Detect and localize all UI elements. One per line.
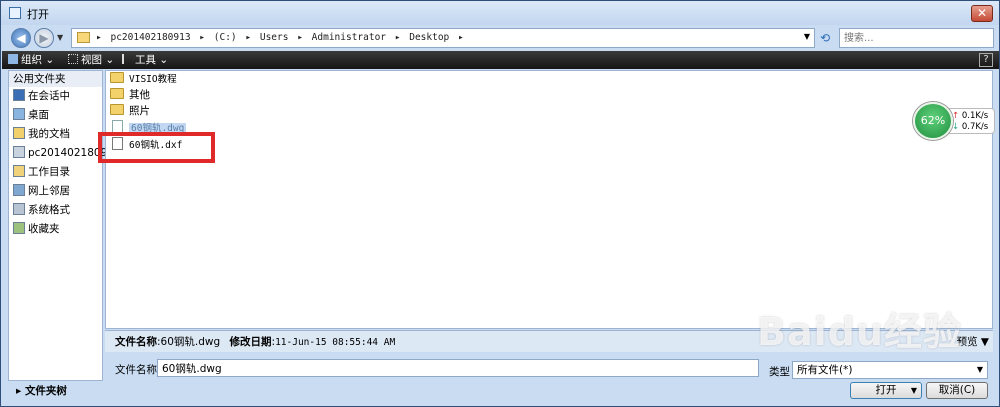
sidebar-item-system-format[interactable]: 系统格式 xyxy=(13,201,70,219)
file-type-label: 类型 xyxy=(769,366,790,378)
system-format-icon xyxy=(13,203,25,215)
breadcrumb-desktop[interactable]: Desktop xyxy=(409,32,449,43)
breadcrumb-administrator[interactable]: Administrator xyxy=(312,32,386,43)
sidebar-item-work-directory[interactable]: 工作目录 xyxy=(13,163,70,181)
breadcrumb-separator: ▸ xyxy=(394,32,401,43)
upload-arrow-icon: ↑ xyxy=(952,111,960,121)
breadcrumb-users[interactable]: Users xyxy=(260,32,289,43)
folder-icon xyxy=(110,88,124,99)
folder-icon xyxy=(110,104,124,115)
favorites-icon xyxy=(13,222,25,234)
file-type-value: 所有文件(*) xyxy=(797,364,853,376)
open-dropdown-icon[interactable]: ▼ xyxy=(911,383,917,398)
tools-menu[interactable]: 工具 ⌄ xyxy=(122,53,168,67)
sidebar-item-network[interactable]: 网上邻居 xyxy=(13,182,70,200)
baidu-watermark: Baidu经验 xyxy=(757,310,962,354)
cancel-button[interactable]: 取消(C) xyxy=(926,382,988,399)
views-menu[interactable]: 视图 ⌄ xyxy=(68,53,114,67)
monitor-icon xyxy=(13,89,25,101)
info-date-value: 11-Jun-15 08:55:44 AM xyxy=(275,337,396,348)
address-dropdown-icon[interactable]: ▼ xyxy=(804,32,810,41)
list-item[interactable]: 其他 xyxy=(110,87,150,103)
info-name-label: 文件名称 xyxy=(115,336,157,348)
sidebar-item-in-session[interactable]: 在会话中 xyxy=(13,87,70,105)
tools-label: 工具 xyxy=(135,54,156,66)
dialog-icon xyxy=(9,7,21,19)
search-field[interactable] xyxy=(839,28,994,48)
info-name-value: 60钢轨.dwg xyxy=(160,336,221,348)
refresh-icon[interactable]: ⟲ xyxy=(816,28,834,48)
network-monitor-widget[interactable]: ↑ 0.1K/s ↓ 0.7K/s 62% xyxy=(913,102,997,140)
toolbar: 组织 ⌄ 视图 ⌄ 工具 ⌄ ? xyxy=(2,51,999,69)
documents-icon xyxy=(13,127,25,139)
filename-input[interactable] xyxy=(158,360,758,376)
file-type-select[interactable]: 所有文件(*) ▼ xyxy=(792,361,988,379)
breadcrumb-separator: ▸ xyxy=(245,32,252,43)
breadcrumb: ▸ pc201402180913 ▸ (C:) ▸ Users ▸ Admini… xyxy=(96,32,467,43)
back-button[interactable]: ◀ xyxy=(11,28,31,48)
views-label: 视图 xyxy=(81,54,102,66)
address-field[interactable]: ▸ pc201402180913 ▸ (C:) ▸ Users ▸ Admini… xyxy=(71,28,815,48)
tools-icon xyxy=(122,54,132,64)
sidebar-item-my-documents[interactable]: 我的文档 xyxy=(13,125,70,143)
memory-usage-ball[interactable]: 62% xyxy=(913,102,953,140)
address-bar: ◀ ▶ ▼ ▸ pc201402180913 ▸ (C:) ▸ Users ▸ … xyxy=(1,25,999,49)
filename-field[interactable] xyxy=(157,359,759,377)
download-arrow-icon: ↓ xyxy=(952,122,960,132)
expand-arrow-icon: ▸ xyxy=(16,385,22,397)
desktop-icon xyxy=(13,108,25,120)
network-icon xyxy=(13,184,25,196)
title-bar: 打开 ✕ xyxy=(1,1,999,25)
sidebar-item-favorites[interactable]: 收藏夹 xyxy=(13,220,60,238)
open-dialog: 打开 ✕ ◀ ▶ ▼ ▸ pc201402180913 ▸ (C:) ▸ Use… xyxy=(0,0,1000,407)
breadcrumb-drive[interactable]: (C:) xyxy=(214,32,237,43)
help-icon[interactable]: ? xyxy=(979,53,993,67)
close-button[interactable]: ✕ xyxy=(971,5,993,22)
file-list: VISIO教程 其他 照片 60钢轨.dwg 60钢轨.dxf xyxy=(105,70,993,329)
dialog-footer: 文件名称: 类型 所有文件(*) ▼ 打开 ▼ 取消(C) xyxy=(105,353,995,405)
folder-tree-toggle[interactable]: ▸ 文件夹树 xyxy=(8,382,103,400)
breadcrumb-separator: ▸ xyxy=(297,32,303,43)
breadcrumb-computer[interactable]: pc201402180913 xyxy=(110,32,190,43)
organize-menu[interactable]: 组织 ⌄ xyxy=(8,53,54,67)
sidebar-item-desktop[interactable]: 桌面 xyxy=(13,106,49,124)
organize-label: 组织 xyxy=(21,54,42,66)
computer-icon xyxy=(13,146,25,158)
sidebar-header[interactable]: 公用文件夹 xyxy=(9,71,102,87)
list-item[interactable]: 照片 xyxy=(110,103,150,119)
work-folder-icon xyxy=(13,165,25,177)
organize-icon xyxy=(8,54,18,64)
breadcrumb-separator: ▸ xyxy=(458,32,464,43)
highlight-annotation xyxy=(98,132,215,163)
dialog-title: 打开 xyxy=(27,8,49,21)
breadcrumb-separator: ▸ xyxy=(199,32,206,43)
history-dropdown-icon[interactable]: ▼ xyxy=(57,33,63,42)
info-date-label: 修改日期 xyxy=(229,336,272,348)
folder-icon xyxy=(110,72,124,83)
breadcrumb-separator: ▸ xyxy=(96,32,102,43)
search-input[interactable] xyxy=(840,29,993,47)
places-sidebar: 公用文件夹 在会话中 桌面 我的文档 pc201402180913 工作目录 网… xyxy=(8,70,121,381)
views-icon xyxy=(68,54,78,64)
open-button[interactable]: 打开 ▼ xyxy=(850,382,922,399)
filename-label: 文件名称: xyxy=(115,364,161,376)
folder-icon xyxy=(77,32,90,43)
list-item[interactable]: VISIO教程 xyxy=(110,71,177,87)
chevron-down-icon: ▼ xyxy=(976,365,983,374)
forward-button[interactable]: ▶ xyxy=(34,28,54,48)
